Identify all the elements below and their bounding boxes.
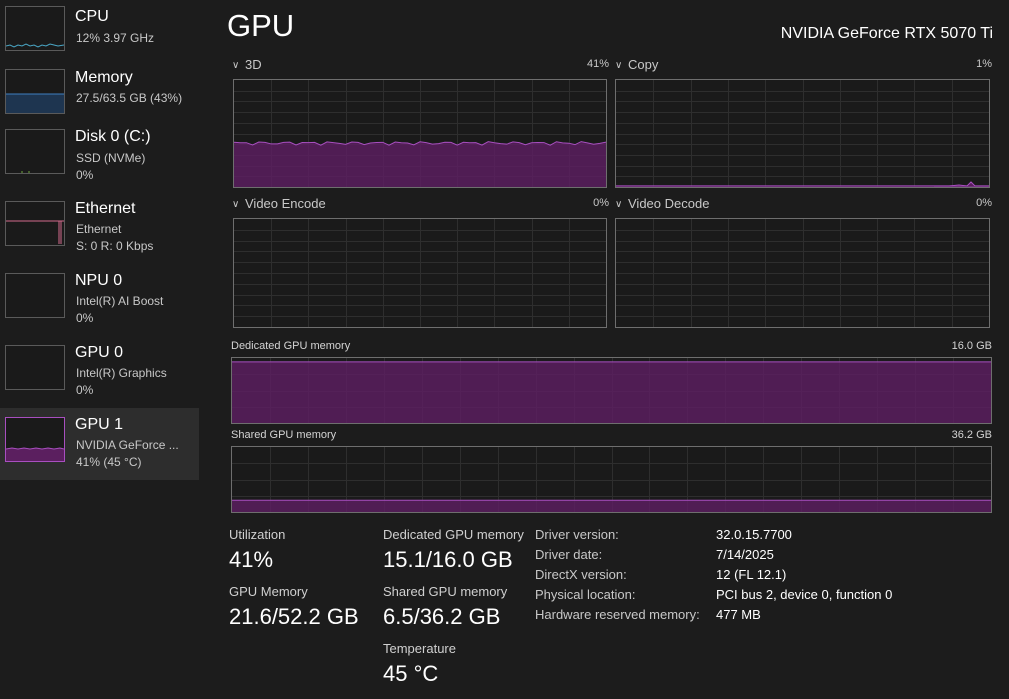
graph-dedicated-memory-svg — [232, 358, 991, 423]
graph-value: 1% — [976, 58, 992, 70]
graph-label: Dedicated GPU memory — [231, 340, 351, 352]
npu-thumbnail-graph — [5, 273, 65, 318]
graph-3d-fill — [234, 141, 606, 187]
graph-label: Video Encode — [245, 196, 326, 211]
sidebar: CPU 12% 3.97 GHz Memory 27.5/63.5 GB (43… — [0, 0, 200, 699]
graph-dedicated-memory-fill — [232, 361, 991, 423]
graph-selector-video-decode[interactable]: ∨ Video Decode — [615, 196, 709, 211]
graph-3d-svg — [234, 80, 606, 187]
gpu-memory-label: GPU Memory — [229, 584, 308, 599]
sidebar-item-subtitle: NVIDIA GeForce ... — [76, 438, 179, 452]
sidebar-item-subtitle: SSD (NVMe) — [76, 151, 146, 165]
sidebar-item-title: GPU 0 — [75, 344, 124, 361]
physical-location-label: Physical location: — [535, 587, 636, 602]
graph-label: Shared GPU memory — [231, 429, 337, 441]
graph-value: 41% — [586, 58, 609, 70]
chevron-down-icon: ∨ — [232, 199, 240, 210]
ethernet-thumbnail-graph — [5, 201, 65, 246]
sidebar-item-npu[interactable]: NPU 0 Intel(R) AI Boost 0% — [0, 264, 199, 336]
graph-copy — [615, 79, 990, 188]
reserved-memory-value: 477 MB — [716, 607, 761, 622]
graph-max: 36.2 GB — [951, 429, 992, 441]
sidebar-item-title: CPU — [75, 8, 109, 25]
sidebar-item-title: GPU 1 — [75, 416, 124, 433]
utilization-value: 41% — [229, 547, 274, 572]
device-name: NVIDIA GeForce RTX 5070 Ti — [780, 25, 993, 42]
cpu-thumbnail-graph — [5, 6, 65, 51]
graph-shared-memory-fill — [232, 500, 991, 512]
sidebar-item-gpu-0[interactable]: GPU 0 Intel(R) Graphics 0% — [0, 336, 199, 408]
page-title: GPU — [227, 8, 295, 43]
gpu1-thumbnail-graph — [5, 417, 65, 462]
directx-version-label: DirectX version: — [535, 567, 627, 582]
sidebar-item-subtitle: Ethernet — [76, 222, 122, 236]
graph-selector-copy[interactable]: ∨ Copy — [615, 57, 658, 72]
dedicated-memory-value: 15.1/16.0 GB — [383, 547, 513, 572]
graph-selector-3d[interactable]: ∨ 3D — [232, 57, 262, 72]
shared-memory-value: 6.5/36.2 GB — [383, 604, 501, 629]
driver-version-value: 32.0.15.7700 — [716, 527, 792, 542]
graph-video-encode-svg — [234, 219, 606, 327]
sidebar-item-value: 0% — [76, 168, 94, 182]
sidebar-item-value: 41% (45 °C) — [76, 455, 142, 469]
graph-copy-svg — [616, 80, 989, 187]
graph-3d — [233, 79, 607, 188]
gpu0-thumbnail-graph — [5, 345, 65, 390]
graph-video-decode-svg — [616, 219, 989, 327]
graph-label: Video Decode — [628, 196, 710, 211]
shared-memory-label: Shared GPU memory — [383, 584, 508, 599]
graph-shared-memory-svg — [232, 447, 991, 512]
sidebar-item-title: Disk 0 (C:) — [75, 128, 151, 145]
sidebar-item-value: 0% — [76, 311, 94, 325]
dedicated-memory-label: Dedicated GPU memory — [383, 527, 524, 542]
graph-label: 3D — [245, 57, 262, 72]
graph-dedicated-gpu-memory — [231, 357, 992, 424]
graph-value: 0% — [593, 197, 609, 209]
graph-selector-video-encode[interactable]: ∨ Video Encode — [232, 196, 326, 211]
sidebar-item-ethernet[interactable]: Ethernet Ethernet S: 0 R: 0 Kbps — [0, 192, 199, 264]
sidebar-item-subtitle: 12% 3.97 GHz — [76, 31, 155, 45]
chevron-down-icon: ∨ — [615, 199, 623, 210]
graph-max: 16.0 GB — [951, 340, 992, 352]
sidebar-item-value: 0% — [76, 383, 94, 397]
sidebar-item-disk[interactable]: Disk 0 (C:) SSD (NVMe) 0% — [0, 120, 199, 192]
graph-video-decode — [615, 218, 990, 328]
chevron-down-icon: ∨ — [615, 60, 623, 71]
directx-version-value: 12 (FL 12.1) — [716, 567, 787, 582]
sidebar-item-title: Ethernet — [75, 200, 136, 217]
graph-value: 0% — [976, 197, 992, 209]
driver-version-label: Driver version: — [535, 527, 619, 542]
driver-date-label: Driver date: — [535, 547, 603, 562]
sidebar-item-title: Memory — [75, 69, 133, 86]
utilization-label: Utilization — [229, 527, 286, 542]
memory-thumbnail-graph — [5, 69, 65, 114]
sidebar-item-subtitle: Intel(R) AI Boost — [76, 294, 164, 308]
chevron-down-icon: ∨ — [232, 60, 240, 71]
graph-shared-gpu-memory — [231, 446, 992, 513]
sidebar-item-subtitle: Intel(R) Graphics — [76, 366, 167, 380]
temperature-value: 45 °C — [383, 661, 439, 686]
graph-video-encode — [233, 218, 607, 328]
gpu-memory-value: 21.6/52.2 GB — [229, 604, 359, 629]
graph-copy-spike — [934, 181, 989, 187]
driver-date-value: 7/14/2025 — [716, 547, 774, 562]
sidebar-item-subtitle: 27.5/63.5 GB (43%) — [76, 91, 183, 105]
reserved-memory-label: Hardware reserved memory: — [535, 607, 700, 622]
sidebar-item-gpu-1[interactable]: GPU 1 NVIDIA GeForce ... 41% (45 °C) — [0, 408, 199, 480]
disk-thumbnail-graph — [5, 129, 65, 174]
graph-label: Copy — [628, 57, 659, 72]
sidebar-item-value: S: 0 R: 0 Kbps — [76, 239, 154, 253]
temperature-label: Temperature — [383, 641, 456, 656]
sidebar-item-title: NPU 0 — [75, 272, 123, 289]
physical-location-value: PCI bus 2, device 0, function 0 — [716, 587, 893, 602]
